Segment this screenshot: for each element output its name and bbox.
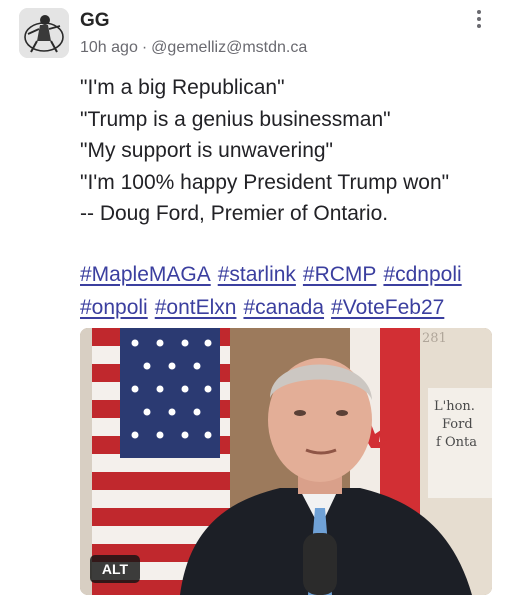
attachment-image: L'hon. Ford f Onta 281 [80, 328, 492, 595]
meta-separator: · [141, 39, 148, 56]
sign-line: f Onta [436, 435, 477, 450]
content-line: "I'm a big Republican" [80, 76, 285, 99]
content-line: "Trump is a genius businessman" [80, 107, 391, 131]
hashtag-link[interactable]: #VoteFeb27 [331, 296, 444, 319]
alt-text-button[interactable]: ALT [90, 555, 140, 583]
content-line: "My support is unwavering" [80, 139, 334, 163]
avatar-icon [19, 8, 69, 58]
sign-line: Ford [442, 417, 473, 432]
account-handle[interactable]: @gemelliz@mstdn.ca [151, 39, 307, 56]
hashtag-list: #MapleMAGA #starlink #RCMP #cdnpoli #onpoli… [80, 258, 500, 324]
hashtag-link[interactable]: #MapleMAGA [80, 263, 211, 286]
content-line: -- Doug Ford, Premier of Ontario. [80, 202, 389, 226]
hashtag-link[interactable]: #starlink [218, 263, 296, 286]
post-meta: 10h ago · @gemelliz@mstdn.ca [80, 39, 307, 57]
more-options-button[interactable] [467, 6, 491, 32]
media-attachment[interactable]: L'hon. Ford f Onta 281 [80, 328, 492, 595]
hashtag-link[interactable]: #canada [243, 296, 324, 319]
sign-line: L'hon. [434, 399, 475, 414]
avatar[interactable] [19, 8, 69, 58]
hashtag-link[interactable]: #ontElxn [155, 296, 237, 319]
hashtag-link[interactable]: #cdnpoli [383, 263, 461, 286]
hashtag-link[interactable]: #onpoli [80, 296, 148, 319]
sign-number: 281 [422, 331, 447, 346]
more-vertical-icon [477, 10, 481, 14]
status-post[interactable]: GG 10h ago · @gemelliz@mstdn.ca "I'm a big… [0, 0, 511, 600]
display-name[interactable]: GG [80, 10, 110, 32]
content-line: "I'm 100% happy President Trump won" [80, 170, 450, 194]
relative-timestamp[interactable]: 10h ago [80, 39, 138, 56]
hashtag-link[interactable]: #RCMP [303, 263, 377, 286]
post-content: "I'm a big Republican" "Trump is a geniu… [80, 72, 500, 230]
